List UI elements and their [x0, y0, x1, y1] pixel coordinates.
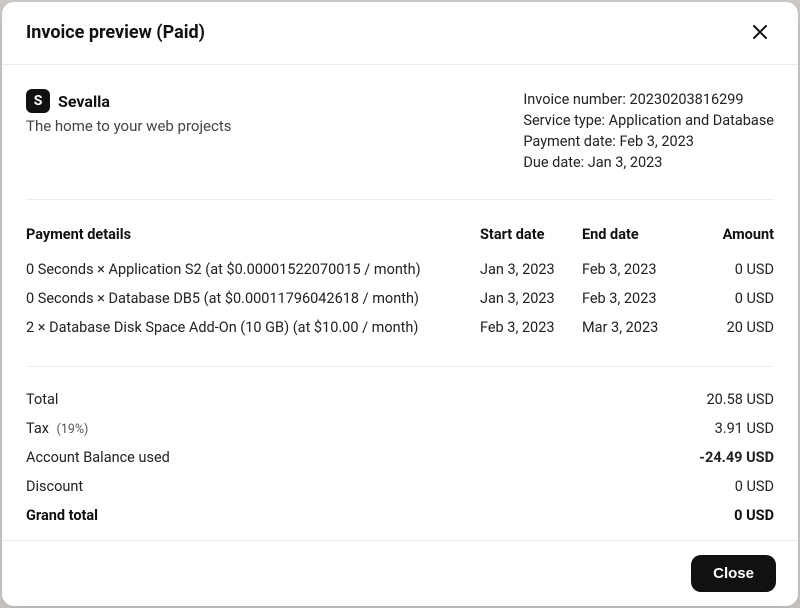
- totals-section: Total 20.58 USD Tax (19%) 3.91 USD Accou…: [26, 385, 774, 530]
- brand-line: S Sevalla: [26, 89, 232, 113]
- meta-value: Feb 3, 2023: [619, 133, 694, 150]
- meta-due-date: Due date: Jan 3, 2023: [523, 152, 774, 173]
- meta-label: Due date:: [523, 154, 584, 171]
- grand-total-value: 0 USD: [734, 507, 774, 524]
- modal-footer: Close: [2, 540, 798, 606]
- tax-row: Tax (19%) 3.91 USD: [26, 414, 774, 443]
- table-cell-end: Feb 3, 2023: [582, 255, 672, 284]
- total-row: Total 20.58 USD: [26, 385, 774, 414]
- table-cell-amount: 20 USD: [684, 313, 774, 342]
- discount-row: Discount 0 USD: [26, 472, 774, 501]
- invoice-meta: Invoice number: 20230203816299 Service t…: [523, 89, 774, 173]
- close-icon-button[interactable]: [746, 18, 774, 46]
- meta-label: Invoice number:: [523, 91, 626, 108]
- modal-title: Invoice preview (Paid): [26, 22, 205, 43]
- tax-percent: (19%): [57, 422, 89, 437]
- close-button[interactable]: Close: [691, 555, 776, 592]
- brand-logo: S: [26, 89, 50, 113]
- table-cell-start: Jan 3, 2023: [480, 255, 570, 284]
- modal-header: Invoice preview (Paid): [2, 2, 798, 65]
- balance-value: -24.49 USD: [699, 449, 774, 466]
- table-cell-end: Mar 3, 2023: [582, 313, 672, 342]
- payment-details-section: Payment details Start date End date Amou…: [26, 200, 774, 530]
- tax-value: 3.91 USD: [715, 420, 774, 437]
- brand-block: S Sevalla The home to your web projects: [26, 89, 232, 135]
- close-icon: [753, 25, 767, 39]
- balance-label: Account Balance used: [26, 449, 170, 466]
- table-cell-description: 0 Seconds × Database DB5 (at $0.00011796…: [26, 284, 468, 313]
- discount-value: 0 USD: [735, 478, 774, 495]
- col-header-amount: Amount: [684, 226, 774, 255]
- table-cell-amount: 0 USD: [684, 255, 774, 284]
- section-divider: [26, 366, 774, 367]
- meta-service-type: Service type: Application and Database: [523, 110, 774, 131]
- meta-value: Application and Database: [609, 112, 774, 129]
- meta-payment-date: Payment date: Feb 3, 2023: [523, 131, 774, 152]
- grand-total-label: Grand total: [26, 507, 98, 524]
- grand-total-row: Grand total 0 USD: [26, 501, 774, 530]
- total-label: Total: [26, 391, 58, 408]
- invoice-preview-modal: Invoice preview (Paid) S Sevalla The hom…: [2, 2, 798, 606]
- table-cell-end: Feb 3, 2023: [582, 284, 672, 313]
- table-cell-amount: 0 USD: [684, 284, 774, 313]
- tax-label: Tax: [26, 420, 49, 437]
- meta-value: 20230203816299: [629, 91, 743, 108]
- balance-row: Account Balance used -24.49 USD: [26, 443, 774, 472]
- brand-tagline: The home to your web projects: [26, 117, 232, 135]
- col-header-end: End date: [582, 226, 672, 255]
- total-value: 20.58 USD: [706, 391, 774, 408]
- modal-body: S Sevalla The home to your web projects …: [2, 65, 798, 540]
- meta-value: Jan 3, 2023: [588, 154, 663, 171]
- brand-name: Sevalla: [58, 92, 110, 111]
- table-cell-start: Jan 3, 2023: [480, 284, 570, 313]
- meta-label: Payment date:: [523, 133, 615, 150]
- tax-label-wrap: Tax (19%): [26, 420, 88, 437]
- table-cell-description: 2 × Database Disk Space Add-On (10 GB) (…: [26, 313, 468, 342]
- payment-details-table: Payment details Start date End date Amou…: [26, 226, 774, 342]
- table-cell-start: Feb 3, 2023: [480, 313, 570, 342]
- invoice-header-section: S Sevalla The home to your web projects …: [26, 89, 774, 200]
- col-header-details: Payment details: [26, 226, 468, 255]
- meta-invoice-number: Invoice number: 20230203816299: [523, 89, 774, 110]
- table-cell-description: 0 Seconds × Application S2 (at $0.000015…: [26, 255, 468, 284]
- discount-label: Discount: [26, 478, 83, 495]
- col-header-start: Start date: [480, 226, 570, 255]
- meta-label: Service type:: [523, 112, 605, 129]
